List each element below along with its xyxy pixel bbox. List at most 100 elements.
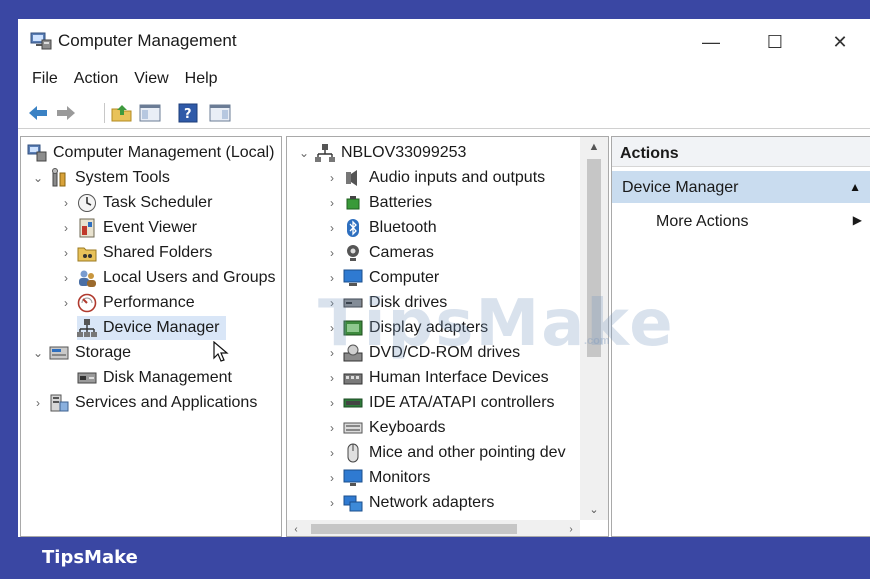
chevron-down-icon[interactable]: ⌄ [297, 146, 311, 160]
chevron-right-icon[interactable]: › [325, 221, 339, 235]
brand-bar: TipsMake [0, 537, 870, 579]
chevron-right-icon[interactable]: › [59, 196, 73, 210]
device-category-label: Audio inputs and outputs [369, 169, 546, 186]
menu-action[interactable]: Action [66, 66, 126, 92]
device-category-label: Disk drives [369, 294, 448, 311]
scroll-left-icon[interactable]: ‹ [287, 520, 305, 536]
device-tree-root[interactable]: ⌄ NBLOV33099253 [297, 141, 466, 165]
brand-name: TipsMake [42, 547, 138, 568]
tree-item-system-tools[interactable]: ⌄ System Tools [31, 166, 170, 190]
chevron-right-icon[interactable]: › [325, 271, 339, 285]
tree-label: Event Viewer [103, 219, 197, 236]
scroll-up-icon[interactable]: ▲ [580, 137, 608, 157]
horizontal-scrollbar[interactable]: ‹ › [287, 520, 580, 536]
device-category-item[interactable]: › Batteries [325, 191, 432, 215]
device-category-item[interactable]: › Network adapters [325, 491, 494, 515]
up-folder-icon[interactable] [110, 101, 134, 125]
maximize-button[interactable]: ☐ [752, 27, 798, 57]
chevron-right-icon[interactable]: › [59, 271, 73, 285]
event-viewer-icon [77, 218, 97, 238]
actions-device-manager-section[interactable]: Device Manager ▲ [612, 171, 870, 203]
device-category-label: Monitors [369, 469, 431, 486]
horizontal-scroll-thumb[interactable] [311, 524, 517, 534]
menu-view[interactable]: View [126, 66, 176, 92]
chevron-down-icon[interactable]: ⌄ [31, 171, 45, 185]
tree-item-disk-management[interactable]: Disk Management [77, 366, 232, 390]
collapse-up-icon[interactable]: ▲ [849, 180, 861, 194]
chevron-right-icon[interactable]: › [59, 246, 73, 260]
device-category-item[interactable]: › Bluetooth [325, 216, 437, 240]
tree-item-task-scheduler[interactable]: › Task Scheduler [59, 191, 212, 215]
chevron-right-icon[interactable]: › [59, 221, 73, 235]
close-button[interactable]: ✕ [817, 27, 863, 57]
device-category-item[interactable]: › Disk drives [325, 291, 447, 315]
device-category-item[interactable]: › Mice and other pointing dev [325, 441, 566, 465]
keyboard-icon [343, 418, 363, 438]
chevron-right-icon[interactable]: › [325, 371, 339, 385]
tree-item-device-manager[interactable]: Device Manager [77, 316, 226, 340]
tree-item-services-and-applications[interactable]: › Services and Applications [31, 391, 257, 415]
tree-item-event-viewer[interactable]: › Event Viewer [59, 216, 197, 240]
chevron-right-icon[interactable]: ▶ [853, 213, 862, 227]
chevron-right-icon[interactable]: › [325, 471, 339, 485]
help-icon[interactable]: ? [176, 101, 200, 125]
chevron-right-icon[interactable]: › [325, 446, 339, 460]
chevron-down-icon[interactable]: ⌄ [31, 346, 45, 360]
actions-header: Actions [612, 137, 870, 167]
device-category-item[interactable]: › Human Interface Devices [325, 366, 549, 390]
device-category-item[interactable]: › Audio inputs and outputs [325, 166, 545, 190]
device-category-item[interactable]: › Keyboards [325, 416, 446, 440]
device-category-item[interactable]: › Cameras [325, 241, 434, 265]
chevron-right-icon[interactable]: › [325, 296, 339, 310]
chevron-right-icon[interactable]: › [325, 246, 339, 260]
actions-section-label: Device Manager [622, 179, 739, 196]
tree-label: System Tools [75, 169, 170, 186]
device-category-label: Keyboards [369, 419, 446, 436]
tree-label: Computer Management (Local) [53, 144, 275, 161]
minimize-button[interactable]: — [688, 27, 734, 57]
device-category-item[interactable]: › Display adapters [325, 316, 488, 340]
chevron-right-icon[interactable]: › [325, 346, 339, 360]
display-adapter-icon [343, 318, 363, 338]
device-category-item[interactable]: › Computer [325, 266, 439, 290]
tree-item-local-users-and-groups[interactable]: › Local Users and Groups [59, 266, 276, 290]
vertical-scroll-thumb[interactable] [587, 159, 601, 357]
show-hide-tree-icon[interactable] [138, 101, 162, 125]
svg-text:?: ? [184, 107, 192, 122]
chevron-right-icon[interactable]: › [325, 171, 339, 185]
device-list-pane: ⌄ NBLOV33099253 › Audio inputs and output… [286, 136, 609, 537]
disk-drive-icon [343, 293, 363, 313]
chevron-right-icon[interactable]: › [325, 496, 339, 510]
chevron-right-icon[interactable]: › [325, 396, 339, 410]
services-icon [49, 393, 69, 413]
device-category-item[interactable]: › IDE ATA/ATAPI controllers [325, 391, 555, 415]
back-arrow-icon[interactable] [26, 101, 50, 125]
tree-item-performance[interactable]: › Performance [59, 291, 195, 315]
menu-help[interactable]: Help [177, 66, 226, 92]
menu-file[interactable]: File [18, 66, 66, 92]
scroll-right-icon[interactable]: › [562, 520, 580, 536]
window-title: Computer Management [58, 31, 237, 50]
hid-keyboard-icon [343, 368, 363, 388]
chevron-right-icon[interactable]: › [325, 421, 339, 435]
bluetooth-icon [343, 218, 363, 238]
tree-label: Disk Management [103, 369, 232, 386]
system-tools-icon [49, 168, 69, 188]
device-category-item[interactable]: › Monitors [325, 466, 430, 490]
tree-label: Services and Applications [75, 394, 258, 411]
chevron-right-icon[interactable]: › [59, 296, 73, 310]
tree-item-storage[interactable]: ⌄ Storage [31, 341, 131, 365]
chevron-right-icon[interactable]: › [31, 396, 45, 410]
chevron-right-icon[interactable]: › [325, 196, 339, 210]
vertical-scrollbar[interactable]: ▲ ⌄ [580, 137, 608, 520]
forward-arrow-icon[interactable] [54, 101, 78, 125]
properties-icon[interactable] [208, 101, 232, 125]
console-tree-pane: Computer Management (Local) ⌄ System Too… [20, 136, 282, 537]
device-category-label: Human Interface Devices [369, 369, 549, 386]
more-actions-link[interactable]: More Actions [656, 213, 748, 231]
chevron-right-icon[interactable]: › [325, 321, 339, 335]
tree-item-shared-folders[interactable]: › Shared Folders [59, 241, 212, 265]
tree-root-computer-management[interactable]: Computer Management (Local) [27, 141, 274, 165]
scroll-down-icon[interactable]: ⌄ [580, 499, 608, 519]
device-category-item[interactable]: › DVD/CD-ROM drives [325, 341, 520, 365]
